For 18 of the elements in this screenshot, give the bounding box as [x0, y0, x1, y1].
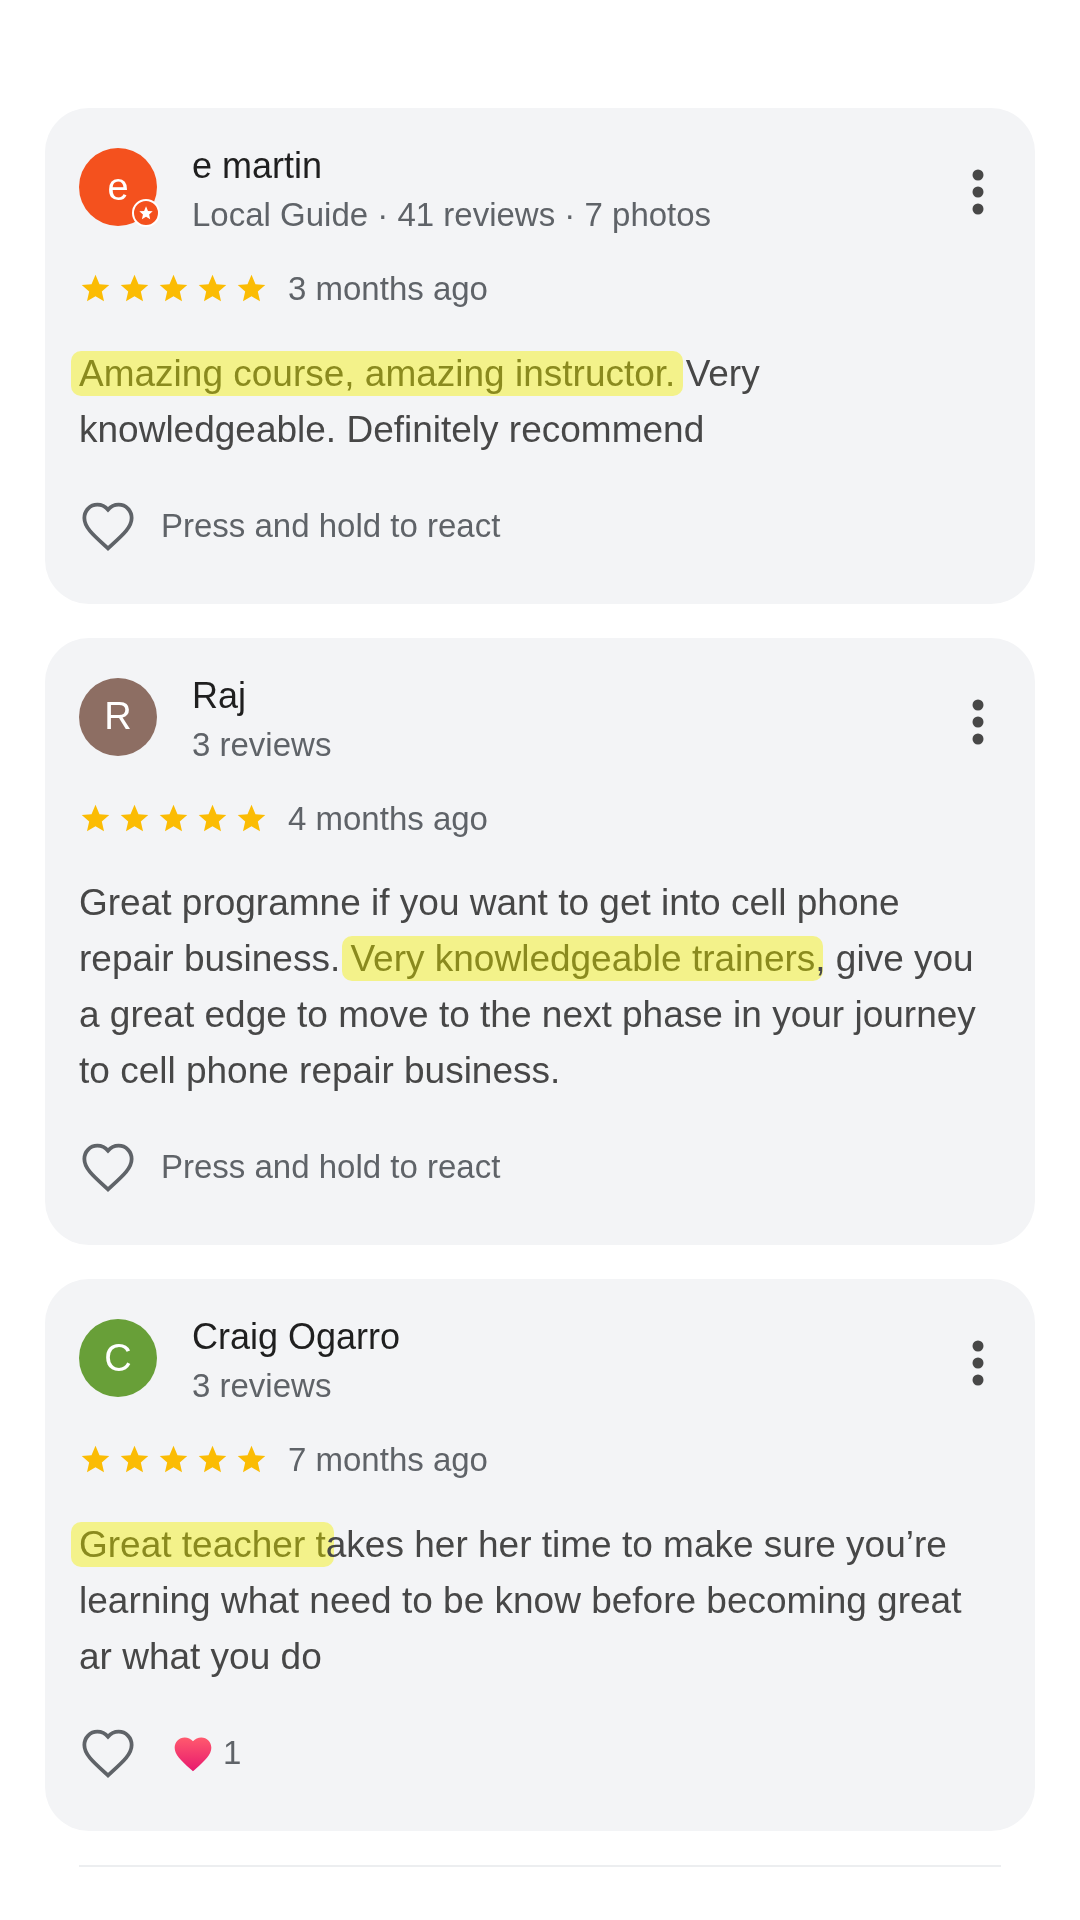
- reviewer-meta: Local Guide · 41 reviews · 7 photos: [192, 195, 713, 235]
- review-time: 4 months ago: [288, 798, 488, 839]
- review-time: 3 months ago: [288, 269, 488, 309]
- reviewer-name[interactable]: Craig Ogarro: [192, 1315, 971, 1359]
- more-options-icon[interactable]: [971, 168, 985, 216]
- reviewer-meta: 3 reviews: [192, 724, 333, 765]
- more-options-icon[interactable]: [971, 1339, 985, 1387]
- reviewer-name[interactable]: Raj: [192, 673, 971, 718]
- react-hint: Press and hold to react: [161, 505, 501, 546]
- avatar[interactable]: R: [79, 677, 157, 756]
- reaction-count: 1: [223, 1732, 242, 1773]
- reviewer-meta: 3 reviews: [192, 1366, 333, 1406]
- review-time: 7 months ago: [288, 1440, 488, 1480]
- review-text: Amazing course, amazing instructor. Very knowledgeable. Definitely recommend: [69, 343, 1001, 460]
- more-options-icon[interactable]: [971, 697, 985, 746]
- review-text: Great programne if you want to get into cell phone repair business. Very knowledgeable trainers, give you a great edge to move to the next phase in your journey to cell phone repair business.: [78, 881, 977, 1093]
- reviewer-name[interactable]: e martin: [192, 144, 971, 188]
- react-hint: Press and hold to react: [161, 1147, 501, 1188]
